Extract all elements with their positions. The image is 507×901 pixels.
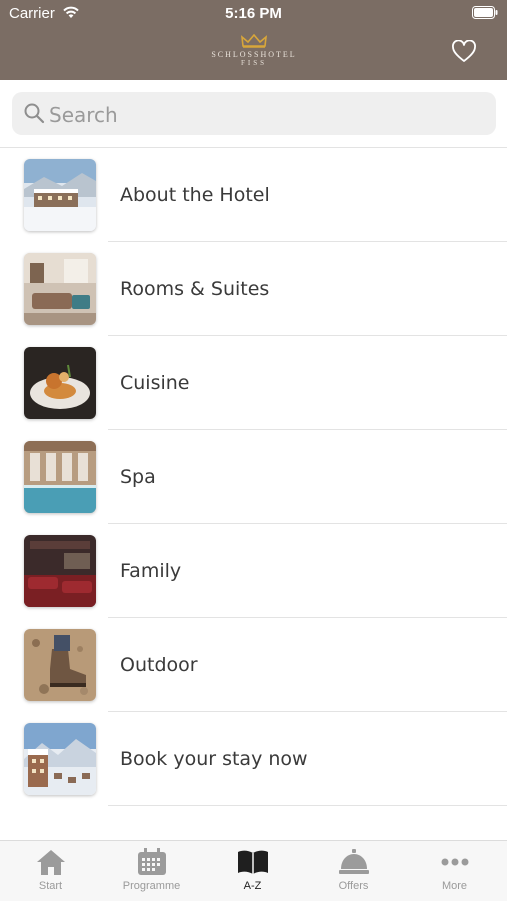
tab-label: A-Z xyxy=(243,880,262,892)
list-item-label: Cuisine xyxy=(120,372,190,394)
logo-place: FISS xyxy=(240,59,267,67)
list-item-family[interactable]: Family xyxy=(0,524,507,618)
top-bar: Carrier 5:16 PM SCHLOSSHOTEL FISS xyxy=(0,0,507,80)
list-item-about-hotel[interactable]: About the Hotel xyxy=(0,148,507,242)
tab-label: More xyxy=(441,880,468,892)
book-icon xyxy=(237,850,268,874)
list-item-rooms-suites[interactable]: Rooms & Suites xyxy=(0,242,507,336)
tab-bar: Start Programme A-Z Offers More xyxy=(0,840,507,901)
list-item-label: Book your stay now xyxy=(120,748,308,770)
search-bar[interactable] xyxy=(12,92,496,135)
bell-icon xyxy=(338,849,369,874)
tab-label: Programme xyxy=(122,880,181,892)
list-item-cuisine[interactable]: Cuisine xyxy=(0,336,507,430)
tab-more[interactable]: More xyxy=(404,841,505,901)
thumbnail-hotel-room xyxy=(24,253,96,325)
thumbnail-snowy-hotel xyxy=(24,159,96,231)
search-icon xyxy=(24,103,45,124)
tab-programme[interactable]: Programme xyxy=(101,841,202,901)
more-icon xyxy=(441,858,468,866)
topic-list: About the Hotel Rooms & Suites Cuisine S… xyxy=(0,148,507,806)
thumbnail-plated-dish xyxy=(24,347,96,419)
logo-name: SCHLOSSHOTEL xyxy=(211,50,297,59)
calendar-icon xyxy=(137,848,166,875)
search-input[interactable] xyxy=(47,99,481,130)
thumbnail-alpine-village xyxy=(24,723,96,795)
status-time: 5:16 PM xyxy=(225,5,282,22)
list-item-label: Rooms & Suites xyxy=(120,278,270,300)
tab-start[interactable]: Start xyxy=(0,841,101,901)
status-bar: Carrier 5:16 PM xyxy=(0,0,507,28)
list-item-label: Family xyxy=(120,560,182,582)
tab-offers[interactable]: Offers xyxy=(303,841,404,901)
divider xyxy=(108,805,507,806)
list-item-label: Spa xyxy=(120,466,156,488)
heart-icon[interactable] xyxy=(451,40,477,64)
home-icon xyxy=(36,850,65,875)
thumbnail-cinema-room xyxy=(24,535,96,607)
list-item-outdoor[interactable]: Outdoor xyxy=(0,618,507,712)
list-item-label: Outdoor xyxy=(120,654,198,676)
crown-icon xyxy=(241,34,267,48)
tab-a-z[interactable]: A-Z xyxy=(202,841,303,901)
tab-label: Offers xyxy=(338,880,369,892)
thumbnail-indoor-pool xyxy=(24,441,96,513)
tab-label: Start xyxy=(38,880,63,892)
thumbnail-hiking-boot xyxy=(24,629,96,701)
list-item-book-stay[interactable]: Book your stay now xyxy=(0,712,507,806)
list-item-label: About the Hotel xyxy=(120,184,270,206)
list-item-spa[interactable]: Spa xyxy=(0,430,507,524)
battery-icon xyxy=(472,6,498,19)
hotel-logo: SCHLOSSHOTEL FISS xyxy=(193,34,315,74)
